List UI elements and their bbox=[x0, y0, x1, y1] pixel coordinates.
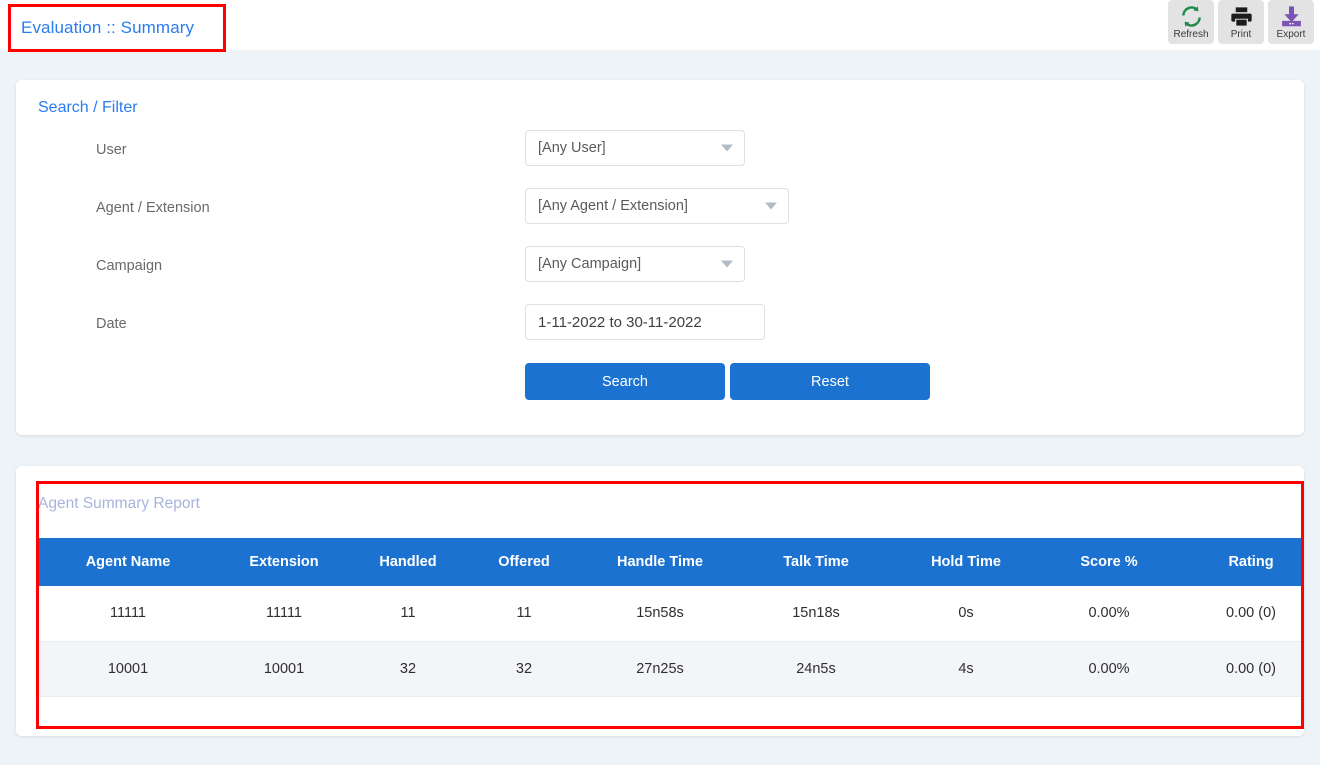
search-button[interactable]: Search bbox=[525, 363, 725, 400]
campaign-label: Campaign bbox=[96, 258, 163, 274]
agent-extension-label: Agent / Extension bbox=[96, 200, 210, 216]
filter-row-user: User [Any User] bbox=[16, 130, 1304, 188]
filter-form: User [Any User] Agent / Extension [Any A… bbox=[16, 130, 1304, 362]
agent-extension-select[interactable]: [Any Agent / Extension] bbox=[525, 188, 789, 224]
export-button[interactable]: Export bbox=[1268, 0, 1314, 44]
filter-row-campaign: Campaign [Any Campaign] bbox=[16, 246, 1304, 304]
report-highlight-box bbox=[36, 481, 1304, 729]
search-filter-heading: Search / Filter bbox=[38, 99, 138, 116]
print-button[interactable]: Print bbox=[1218, 0, 1264, 44]
chevron-down-icon bbox=[721, 144, 733, 152]
page-title: Evaluation :: Summary bbox=[21, 18, 195, 37]
refresh-label: Refresh bbox=[1173, 28, 1209, 40]
date-control-wrap bbox=[525, 304, 765, 340]
refresh-icon bbox=[1180, 5, 1203, 29]
filter-actions: Search Reset bbox=[525, 363, 930, 400]
toolbar: Refresh Print Export bbox=[1168, 0, 1314, 44]
user-control-wrap: [Any User] bbox=[525, 130, 745, 166]
search-filter-card: Search / Filter User [Any User] Agent / … bbox=[16, 80, 1304, 435]
user-select[interactable]: [Any User] bbox=[525, 130, 745, 166]
filter-row-date: Date bbox=[16, 304, 1304, 362]
filter-row-agent-extension: Agent / Extension [Any Agent / Extension… bbox=[16, 188, 1304, 246]
campaign-select[interactable]: [Any Campaign] bbox=[525, 246, 745, 282]
date-label: Date bbox=[96, 316, 127, 332]
user-select-value: [Any User] bbox=[538, 140, 606, 156]
campaign-select-value: [Any Campaign] bbox=[538, 256, 642, 272]
top-header-bar: Evaluation :: Summary Refresh Print Expo… bbox=[0, 0, 1320, 52]
page-title-highlight-box: Evaluation :: Summary bbox=[8, 4, 226, 52]
date-range-input[interactable] bbox=[525, 304, 765, 340]
campaign-control-wrap: [Any Campaign] bbox=[525, 246, 745, 282]
reset-button[interactable]: Reset bbox=[730, 363, 930, 400]
refresh-button[interactable]: Refresh bbox=[1168, 0, 1214, 44]
chevron-down-icon bbox=[765, 202, 777, 210]
export-label: Export bbox=[1276, 28, 1306, 40]
chevron-down-icon bbox=[721, 260, 733, 268]
agent-extension-control-wrap: [Any Agent / Extension] bbox=[525, 188, 789, 224]
print-icon bbox=[1230, 5, 1253, 29]
print-label: Print bbox=[1230, 28, 1252, 40]
export-icon bbox=[1280, 5, 1303, 29]
user-label: User bbox=[96, 142, 127, 158]
agent-extension-select-value: [Any Agent / Extension] bbox=[538, 198, 688, 214]
